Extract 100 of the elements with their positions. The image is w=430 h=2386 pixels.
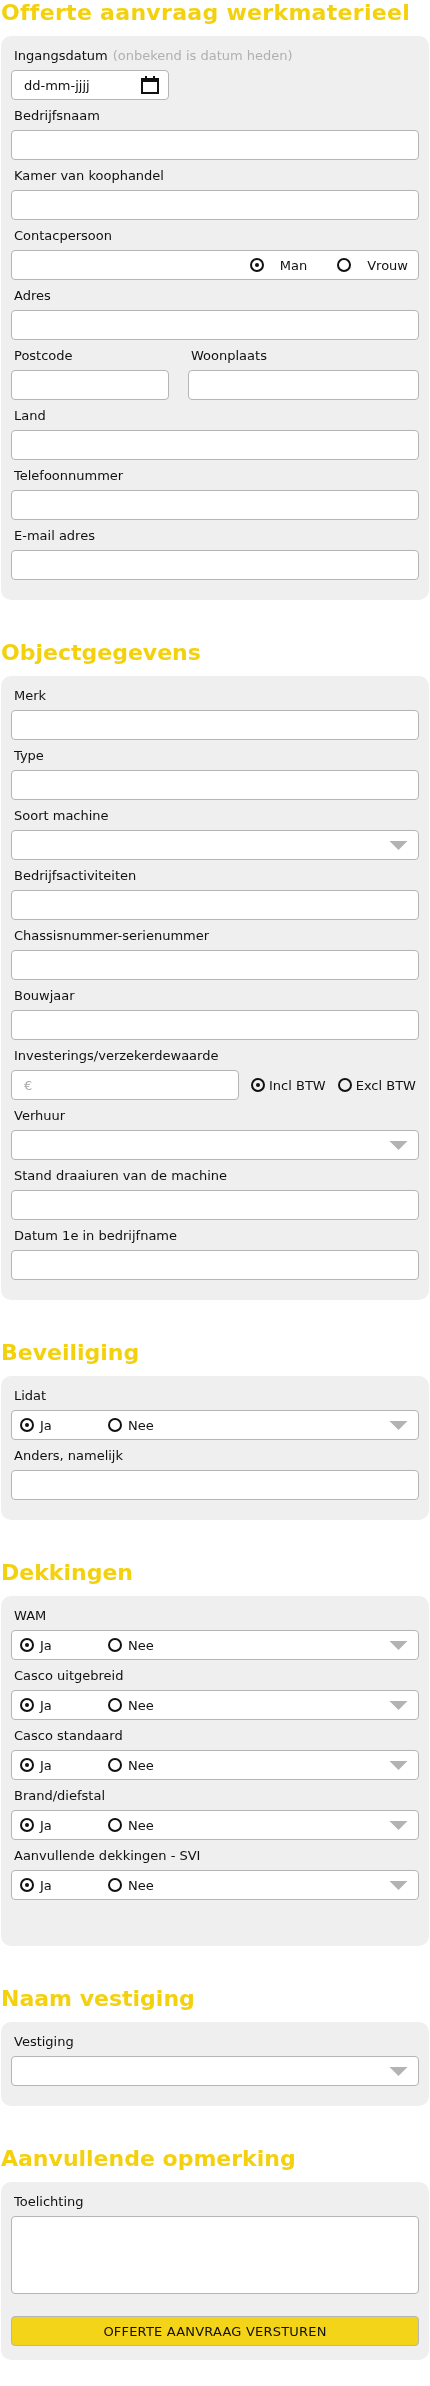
field-label: Merk <box>14 687 47 705</box>
dropdown-arrow-icon <box>389 1640 408 1650</box>
radio-button[interactable] <box>337 1078 352 1092</box>
radio-button[interactable] <box>20 1418 34 1432</box>
dropdown[interactable]: Ja Nee <box>11 1750 419 1780</box>
field-label: Type <box>14 747 44 765</box>
dropdown-arrow-icon <box>389 1420 408 1430</box>
field-label: Bedrijfsnaam <box>14 107 100 125</box>
radio-button[interactable] <box>108 1818 122 1832</box>
radio-option[interactable]: Ja <box>20 1637 108 1653</box>
input-field[interactable] <box>11 490 419 520</box>
dropdown-arrow-icon <box>389 2066 408 2076</box>
input-field[interactable] <box>11 130 419 160</box>
input-field[interactable] <box>11 310 419 340</box>
field-label: Woonplaats <box>191 347 267 365</box>
dropdown[interactable]: Ja Nee <box>11 1630 419 1660</box>
input-field[interactable] <box>11 190 419 220</box>
radio-option[interactable]: Ja <box>20 1877 108 1893</box>
input-field[interactable] <box>11 710 419 740</box>
radio-option[interactable]: Nee <box>108 1877 196 1893</box>
radio-option[interactable]: Nee <box>108 1637 196 1653</box>
dropdown[interactable] <box>11 2056 419 2086</box>
dropdown[interactable] <box>11 830 419 860</box>
radio-button[interactable] <box>108 1698 122 1712</box>
field-label: Verhuur <box>14 1107 66 1125</box>
field-label: WAM <box>14 1607 47 1625</box>
section-heading: Objectgegevens <box>1 640 202 666</box>
radio-button[interactable] <box>20 1698 34 1712</box>
radio-option[interactable]: Nee <box>108 1417 196 1433</box>
radio-option[interactable]: Man <box>249 257 308 273</box>
field-label: Datum 1e in bedrijfname <box>14 1227 177 1245</box>
radio-option[interactable]: Ja <box>20 1417 108 1433</box>
input-field[interactable] <box>11 370 169 400</box>
radio-button[interactable] <box>108 1758 122 1772</box>
field-label: Casco standaard <box>14 1727 123 1745</box>
input-field[interactable]: Man Vrouw <box>11 250 419 280</box>
input-field[interactable] <box>11 1470 419 1500</box>
field-label: Vestiging <box>14 2033 74 2051</box>
dropdown-arrow-icon <box>389 1880 408 1890</box>
radio-button[interactable] <box>249 258 264 272</box>
radio-button[interactable] <box>20 1758 34 1772</box>
input-field[interactable] <box>11 770 419 800</box>
field-label: Lidat <box>14 1387 47 1405</box>
dropdown-arrow-icon <box>389 840 408 850</box>
field-label: Bedrijfsactiviteiten <box>14 867 137 885</box>
dropdown-arrow-icon <box>389 1820 408 1830</box>
radio-option[interactable]: Ja <box>20 1697 108 1713</box>
radio-button[interactable] <box>20 1638 34 1652</box>
dropdown[interactable]: Ja Nee <box>11 1870 419 1900</box>
field-label: Adres <box>14 287 51 305</box>
radio-button[interactable] <box>108 1418 122 1432</box>
radio-option[interactable]: Excl BTW <box>337 1077 416 1093</box>
field-label: Brand/diefstal <box>14 1787 105 1805</box>
input-field[interactable] <box>11 550 419 580</box>
dropdown[interactable] <box>11 1130 419 1160</box>
dropdown-arrow-icon <box>389 1140 408 1150</box>
radio-button[interactable] <box>251 1078 265 1092</box>
input-field[interactable] <box>11 950 419 980</box>
field-label: Soort machine <box>14 807 109 825</box>
field-hint: (onbekend is datum heden) <box>112 47 293 65</box>
section-heading: Beveiliging <box>1 1340 141 1366</box>
text-area[interactable] <box>11 2216 419 2294</box>
radio-option[interactable]: Ja <box>20 1757 108 1773</box>
input-field[interactable] <box>11 890 419 920</box>
input-field[interactable] <box>11 1010 419 1040</box>
radio-button[interactable] <box>108 1638 122 1652</box>
field-label: E-mail adres <box>14 527 95 545</box>
input-field[interactable] <box>11 1190 419 1220</box>
dropdown[interactable]: Ja Nee <box>11 1410 419 1440</box>
radio-button[interactable] <box>108 1878 122 1892</box>
input-field[interactable] <box>11 1250 419 1280</box>
field-label: Kamer van koophandel <box>14 167 164 185</box>
field-label: Casco uitgebreid <box>14 1667 124 1685</box>
field-label: Contacpersoon <box>14 227 112 245</box>
dropdown[interactable]: Ja Nee <box>11 1810 419 1840</box>
section-heading: Naam vestiging <box>1 1986 196 2012</box>
input-field[interactable] <box>188 370 419 400</box>
field-label: Ingangsdatum <box>14 47 108 65</box>
input-field[interactable] <box>11 430 419 460</box>
field-label: Toelichting <box>14 2193 84 2211</box>
field-label: Postcode <box>14 347 73 365</box>
radio-option[interactable]: Nee <box>108 1817 196 1833</box>
radio-button[interactable] <box>20 1818 34 1832</box>
radio-button[interactable] <box>20 1878 34 1892</box>
field-label: Telefoonnummer <box>14 467 124 485</box>
section-heading: Dekkingen <box>1 1560 134 1586</box>
radio-option[interactable]: Incl BTW <box>251 1077 326 1093</box>
dropdown-arrow-icon <box>389 1700 408 1710</box>
field-label: Chassisnummer-serienummer <box>14 927 210 945</box>
field-label: Investerings/verzekerdewaarde <box>14 1047 219 1065</box>
radio-button[interactable] <box>337 258 352 272</box>
radio-option[interactable]: Nee <box>108 1757 196 1773</box>
date-field[interactable]: dd-mm-jjjj <box>11 70 169 100</box>
radio-option[interactable]: Nee <box>108 1697 196 1713</box>
radio-option[interactable]: Vrouw <box>337 257 408 273</box>
field-label: Anders, namelijk <box>14 1447 123 1465</box>
submit-button[interactable]: OFFERTE AANVRAAG VERSTUREN <box>11 2316 419 2346</box>
page-title: Offerte aanvraag werkmaterieel <box>1 0 412 26</box>
radio-option[interactable]: Ja <box>20 1817 108 1833</box>
dropdown[interactable]: Ja Nee <box>11 1690 419 1720</box>
